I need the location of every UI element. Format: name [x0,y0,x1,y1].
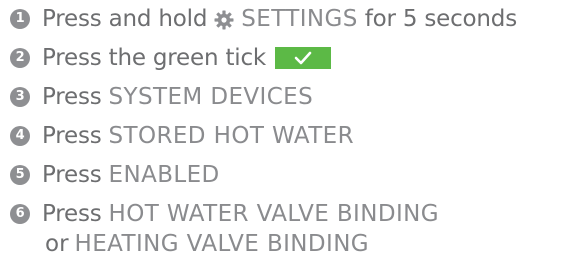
enabled-keyword: ENABLED [108,162,220,188]
step-1: 1 Press and hold SETTINGS for 5 seconds [10,5,517,33]
step-number: 6 [10,204,30,224]
step-text: Press [42,84,102,110]
step-text-after: for 5 seconds [364,6,517,32]
step-2: 2 Press the green tick [10,44,332,72]
instruction-steps: 1 Press and hold SETTINGS for 5 seconds … [0,0,582,260]
hot-water-valve-binding-keyword: HOT WATER VALVE BINDING [108,201,439,227]
step-text: Press [42,201,102,227]
step-5: 5 Press ENABLED [10,161,220,189]
gear-icon [214,9,234,30]
step-text: Press [42,162,102,188]
step-number: 2 [10,48,30,68]
step-text: or [45,231,69,257]
step-text: Press the green tick [42,45,267,71]
step-number: 1 [10,9,30,29]
green-tick-icon [275,47,332,69]
step-4: 4 Press STORED HOT WATER [10,122,354,150]
step-number: 5 [10,165,30,185]
step-number: 3 [10,87,30,107]
step-text: Press and hold [42,6,208,32]
step-6: 6 Press HOT WATER VALVE BINDING [10,200,439,228]
step-number: 4 [10,126,30,146]
system-devices-keyword: SYSTEM DEVICES [108,84,314,110]
step-text: Press [42,123,102,149]
step-6-continuation: or HEATING VALVE BINDING [45,230,369,258]
stored-hot-water-keyword: STORED HOT WATER [108,123,354,149]
step-3: 3 Press SYSTEM DEVICES [10,83,313,111]
heating-valve-binding-keyword: HEATING VALVE BINDING [74,231,370,257]
settings-keyword: SETTINGS [241,6,358,32]
